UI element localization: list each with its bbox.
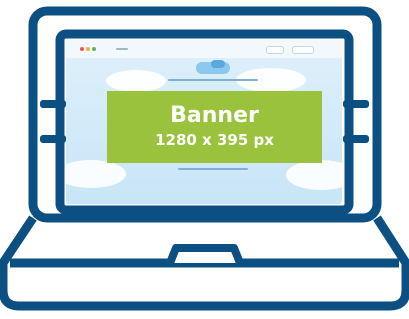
cloud <box>286 160 342 190</box>
bezel-notch-left-top <box>40 100 66 108</box>
mini-dot-yellow <box>86 47 90 51</box>
cloud <box>106 70 166 92</box>
mini-logo-accent <box>211 60 225 68</box>
bezel-notch-right-top <box>343 100 369 108</box>
mini-nav-line <box>116 48 128 50</box>
mini-dot-red <box>80 47 84 51</box>
banner-size: 1280 x 395 px <box>155 131 274 149</box>
mini-button-2 <box>292 46 314 54</box>
bezel-notch-left-bottom <box>40 135 66 143</box>
banner-placeholder: Banner 1280 x 395 px <box>107 91 322 163</box>
bezel-notch-right-bottom <box>343 135 369 143</box>
mini-dot-green <box>92 47 96 51</box>
banner-title: Banner <box>170 103 259 128</box>
mini-subheading-line <box>178 168 248 170</box>
mini-button-1 <box>266 46 284 54</box>
trackpad <box>166 244 244 265</box>
mini-heading-line <box>168 79 258 81</box>
cloud <box>66 160 126 188</box>
